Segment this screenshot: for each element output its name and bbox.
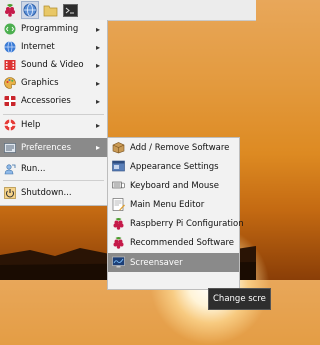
menu-item-run[interactable]: Run... [0,160,107,178]
raspberry-icon [5,4,15,17]
keyboard-mouse-icon [111,179,125,193]
help-icon [3,118,17,132]
main-menu: Programming ▸ Internet ▸ Sound & Video ▸… [0,20,108,206]
file-manager-button[interactable] [41,1,59,19]
raspberry-menu-button[interactable] [1,1,19,19]
submenu-item-main-menu-editor[interactable]: Main Menu Editor [108,195,239,214]
menu-item-label: Graphics [21,78,59,88]
menu-item-shutdown[interactable]: Shutdown... [0,184,107,202]
graphics-icon [3,76,17,90]
accessories-icon [3,94,17,108]
chevron-right-icon: ▸ [96,60,101,70]
preferences-icon [3,141,17,155]
submenu-item-keyboard-mouse[interactable]: Keyboard and Mouse [108,176,239,195]
web-browser-button[interactable] [21,1,39,19]
menu-editor-icon [111,198,125,212]
menu-item-internet[interactable]: Internet ▸ [0,38,107,56]
terminal-button[interactable] [61,1,79,19]
menu-item-help[interactable]: Help ▸ [0,116,107,134]
menu-item-programming[interactable]: Programming ▸ [0,20,107,38]
menu-item-label: Programming [21,24,79,34]
submenu-item-label: Raspberry Pi Configuration [130,218,244,229]
submenu-item-raspberry-pi-configuration[interactable]: Raspberry Pi Configuration [108,214,244,233]
screensaver-icon [111,256,125,270]
menu-item-label: Shutdown... [21,188,72,198]
menu-item-graphics[interactable]: Graphics ▸ [0,74,107,92]
submenu-item-add-remove-software[interactable]: Add / Remove Software [108,138,239,157]
chevron-right-icon: ▸ [96,96,101,106]
chevron-right-icon: ▸ [96,42,101,52]
globe-icon [23,3,37,17]
appearance-icon [111,160,125,174]
raspberry-icon [111,236,125,250]
submenu-item-recommended-software[interactable]: Recommended Software [108,233,239,252]
chevron-right-icon: ▸ [96,78,101,88]
terminal-icon [62,3,78,17]
submenu-item-label: Appearance Settings [130,161,219,172]
menu-item-accessories[interactable]: Accessories ▸ [0,92,107,110]
programming-icon [3,22,17,36]
menu-item-label: Internet [21,42,55,52]
tooltip: Change scre [208,288,271,310]
menu-separator [3,114,104,115]
folder-icon [43,5,57,16]
preferences-submenu: Add / Remove Software Appearance Setting… [107,137,244,290]
internet-icon [3,40,17,54]
taskbar [0,0,256,21]
chevron-right-icon: ▸ [96,120,101,130]
package-icon [111,141,125,155]
chevron-right-icon: ▸ [96,24,101,34]
menu-item-label: Run... [21,164,46,174]
submenu-item-appearance-settings[interactable]: Appearance Settings [108,157,239,176]
shutdown-icon [3,186,17,200]
menu-separator [3,180,104,181]
menu-item-label: Help [21,120,41,130]
menu-item-label: Sound & Video [21,60,84,70]
chevron-right-icon: ▸ [96,143,101,152]
menu-item-label: Accessories [21,96,71,106]
submenu-item-screensaver[interactable]: Screensaver [108,253,239,272]
sound-video-icon [3,58,17,72]
menu-item-label: Preferences [21,142,71,153]
submenu-item-label: Screensaver [130,257,183,268]
submenu-item-label: Recommended Software [130,237,234,248]
submenu-item-label: Keyboard and Mouse [130,180,219,191]
run-icon [3,162,17,176]
submenu-item-label: Add / Remove Software [130,142,230,153]
submenu-item-label: Main Menu Editor [130,199,205,210]
raspberry-icon [111,217,125,231]
menu-item-sound-video[interactable]: Sound & Video ▸ [0,56,107,74]
menu-item-preferences[interactable]: Preferences ▸ [0,138,107,157]
